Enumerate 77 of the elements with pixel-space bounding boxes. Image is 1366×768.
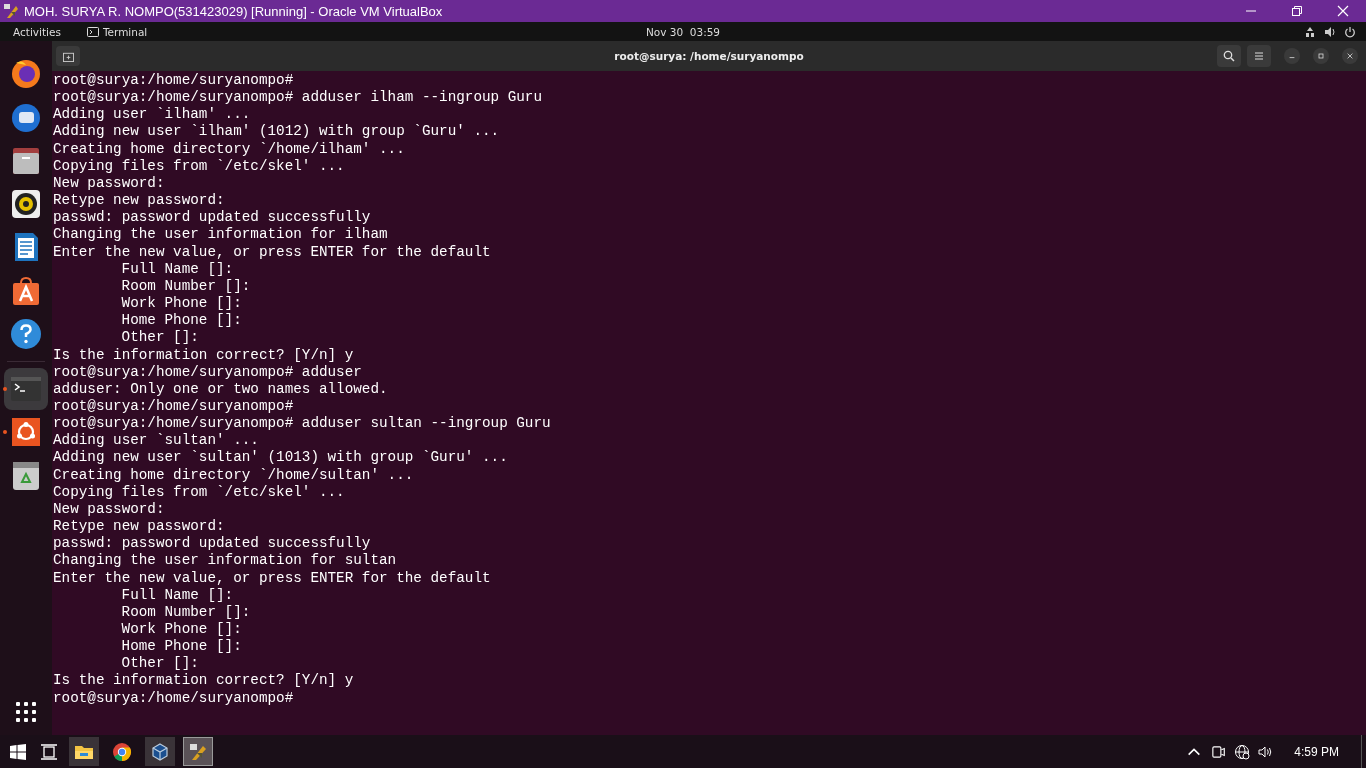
activities-button[interactable]: Activities — [13, 25, 61, 38]
terminal-line: Changing the user information for ilham — [53, 226, 388, 244]
search-button[interactable] — [1217, 45, 1241, 67]
menu-button[interactable] — [1247, 45, 1271, 67]
menu-icon — [1253, 50, 1265, 62]
terminal-line: Work Phone []: — [121, 621, 242, 639]
virtualbox-vm-icon — [3, 3, 19, 19]
terminal-line: Adding user `sultan' ... — [53, 432, 259, 450]
globe-icon[interactable] — [1234, 743, 1251, 760]
terminal-line: Adding new user `ilham' (1012) with group `Guru' ... — [53, 123, 500, 141]
network-icon[interactable] — [1304, 25, 1316, 38]
virtualbox-vm-icon — [188, 741, 208, 762]
power-icon[interactable] — [1344, 25, 1356, 38]
terminal-line: root@surya:/home/suryanompo# adduser — [53, 363, 362, 381]
terminal-line: Retype new password: — [53, 192, 225, 210]
terminal-line: Home Phone []: — [121, 638, 242, 656]
browser-icon — [112, 741, 132, 762]
terminal-line: Copying files from `/etc/skel' ... — [53, 483, 345, 501]
recycle-bin-icon — [10, 459, 42, 492]
terminal-line: Home Phone []: — [121, 312, 242, 330]
terminal-line: New password: — [53, 500, 165, 519]
terminal-line: Room Number []: — [121, 603, 251, 621]
clock[interactable]: 4:59 PM — [1294, 744, 1339, 759]
terminal-line: Enter the new value, or press ENTER for the default — [53, 569, 491, 587]
webcam-icon[interactable] — [1210, 743, 1227, 760]
shopping-bag-icon — [10, 274, 42, 307]
terminal-line: Is the information correct? [Y/n] y — [53, 672, 354, 690]
cube-icon — [150, 741, 170, 762]
terminal-line: Changing the user information for sultan — [53, 552, 397, 570]
terminal-line: Enter the new value, or press ENTER for the default — [53, 243, 491, 261]
maximize-icon — [1317, 52, 1325, 60]
app-menu[interactable]: Terminal — [86, 25, 148, 38]
app-grid-icon[interactable] — [15, 701, 37, 723]
terminal-line: Creating home directory `/home/ilham' ... — [53, 140, 405, 158]
terminal-line: Is the information correct? [Y/n] y — [53, 346, 354, 364]
taskbar-app[interactable] — [69, 737, 99, 766]
maximize-button[interactable] — [1313, 48, 1329, 64]
terminal-line: New password: — [53, 174, 165, 193]
close-button[interactable] — [1342, 48, 1358, 64]
terminal-line: root@surya:/home/suryanompo# — [53, 689, 294, 707]
terminal-line: root@surya:/home/suryanompo# adduser ilham --ingroup Guru — [53, 89, 543, 107]
terminal-line: adduser: Only one or two names allowed. — [53, 380, 388, 398]
question-mark-icon — [10, 318, 42, 350]
task-view-icon[interactable] — [40, 743, 58, 760]
taskbar-app[interactable] — [145, 737, 175, 766]
close-icon — [1346, 52, 1354, 60]
clock[interactable]: Nov 30 03:59 — [645, 25, 721, 38]
terminal-title: root@surya: /home/suryanompo — [614, 50, 804, 62]
terminal-line: Work Phone []: — [121, 295, 242, 313]
volume-icon[interactable] — [1324, 25, 1336, 38]
terminal-line: Other []: — [121, 655, 199, 673]
window-title: MOH. SURYA R. NOMPO(531423029) [Running] - Oracle VM VirtualBox — [24, 3, 443, 19]
terminal-line: root@surya:/home/suryanompo# — [53, 72, 294, 90]
terminal-line: Room Number []: — [121, 277, 251, 296]
terminal-line: Other []: — [121, 329, 199, 347]
terminal-line: Copying files from `/etc/skel' ... — [53, 157, 345, 175]
start-windows-icon[interactable] — [10, 743, 26, 760]
terminal-line: Creating home directory `/home/sultan' ... — [53, 466, 414, 484]
new-tab-icon — [62, 50, 74, 62]
circle-of-friends-icon — [10, 416, 42, 448]
terminal-line: Full Name []: — [121, 586, 234, 604]
terminal-line: Full Name []: — [121, 260, 234, 278]
minimize-button[interactable] — [1284, 48, 1300, 64]
terminal-line: Adding user `ilham' ... — [53, 106, 251, 124]
terminal-line: root@surya:/home/suryanompo# adduser sultan --ingroup Guru — [53, 415, 551, 433]
terminal-icon — [86, 26, 99, 37]
close-icon — [1337, 5, 1349, 17]
restore-icon — [1291, 5, 1303, 17]
taskbar-app[interactable] — [183, 737, 213, 766]
terminal-line: root@surya:/home/suryanompo# — [53, 397, 294, 416]
terminal-line: Adding new user `sultan' (1013) with group `Guru' ... — [53, 449, 508, 467]
speaker-icon — [10, 187, 42, 220]
terminal-line: passwd: password updated successfully — [53, 535, 371, 553]
terminal-line: Retype new password: — [53, 518, 225, 536]
new-tab-button[interactable] — [56, 46, 80, 66]
search-icon — [1223, 50, 1235, 62]
terminal-line: passwd: password updated successfully — [53, 209, 371, 227]
